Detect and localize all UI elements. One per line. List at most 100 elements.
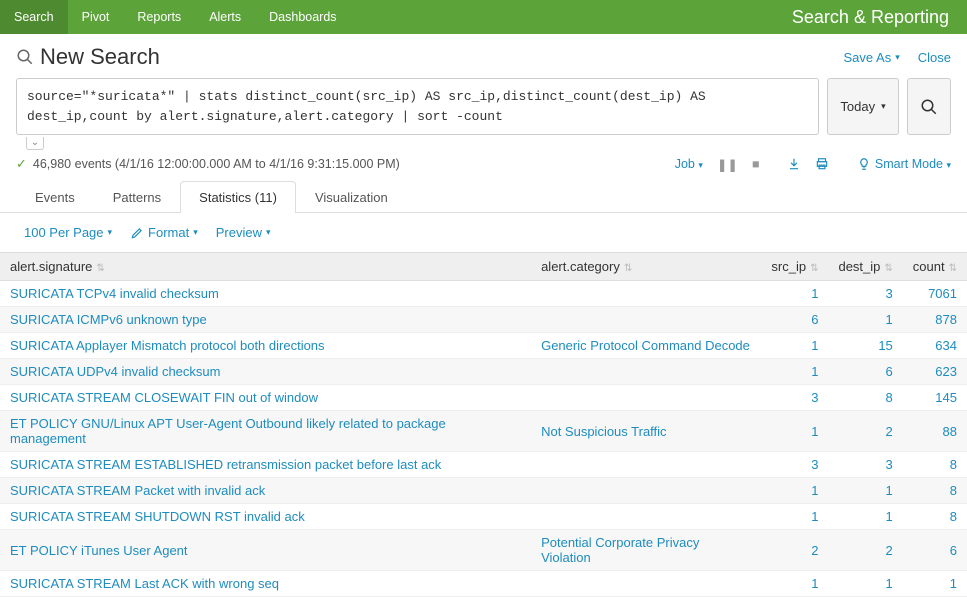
pause-icon: ❚❚ [717, 157, 738, 172]
cell[interactable]: 1 [903, 571, 967, 597]
cell[interactable]: 2 [828, 530, 902, 571]
cell[interactable]: 145 [903, 385, 967, 411]
table-row: ET POLICY iTunes User AgentPotential Cor… [0, 530, 967, 571]
job-status-bar: ✓ 46,980 events (4/1/16 12:00:00.000 AM … [0, 150, 967, 180]
cell[interactable]: ET POLICY iTunes User Agent [0, 530, 531, 571]
cell[interactable]: 8 [903, 452, 967, 478]
cell[interactable]: 634 [903, 333, 967, 359]
print-icon[interactable] [815, 157, 829, 172]
table-row: SURICATA UDPv4 invalid checksum 16623 [0, 359, 967, 385]
cell[interactable]: 3 [828, 281, 902, 307]
cell[interactable]: 1 [828, 571, 902, 597]
smart-mode-menu[interactable]: Smart Mode ▾ [857, 157, 951, 172]
search-area: New Search Save As▾ Close source="*suric… [0, 34, 967, 150]
chevron-down-icon: ▾ [266, 227, 271, 238]
cell[interactable]: 1 [761, 411, 828, 452]
cell[interactable]: Generic Protocol Command Decode [531, 333, 761, 359]
cell[interactable]: SURICATA TCPv4 invalid checksum [0, 281, 531, 307]
cell[interactable]: 8 [903, 504, 967, 530]
nav-item-reports[interactable]: Reports [123, 0, 195, 34]
format-menu[interactable]: Format ▾ [130, 225, 198, 240]
chevron-down-icon: ▾ [881, 101, 886, 112]
tab-patterns[interactable]: Patterns [94, 181, 180, 213]
cell[interactable]: SURICATA STREAM SHUTDOWN RST invalid ack [0, 504, 531, 530]
cell[interactable]: SURICATA ICMPv6 unknown type [0, 307, 531, 333]
cell [531, 504, 761, 530]
cell[interactable]: 1 [761, 571, 828, 597]
table-row: SURICATA ICMPv6 unknown type 61878 [0, 307, 967, 333]
tab-statistics-[interactable]: Statistics (11) [180, 181, 296, 213]
cell[interactable]: 1 [761, 281, 828, 307]
col-header-src_ip[interactable]: src_ip⇅ [761, 253, 828, 281]
table-toolbar: 100 Per Page ▾ Format ▾ Preview ▾ [0, 213, 967, 252]
cell[interactable]: 6 [761, 307, 828, 333]
chevron-down-icon: ▾ [698, 160, 703, 170]
cell[interactable]: 1 [828, 504, 902, 530]
cell[interactable]: SURICATA UDPv4 invalid checksum [0, 359, 531, 385]
cell[interactable]: 2 [761, 530, 828, 571]
cell[interactable]: SURICATA STREAM ESTABLISHED retransmissi… [0, 452, 531, 478]
nav-item-pivot[interactable]: Pivot [68, 0, 124, 34]
cell[interactable]: 1 [761, 478, 828, 504]
per-page-menu[interactable]: 100 Per Page ▾ [24, 225, 112, 240]
cell[interactable]: SURICATA STREAM CLOSEWAIT FIN out of win… [0, 385, 531, 411]
cell[interactable]: SURICATA STREAM Packet with invalid ack [0, 478, 531, 504]
cell[interactable]: 6 [903, 530, 967, 571]
cell [531, 307, 761, 333]
cell[interactable]: 3 [828, 452, 902, 478]
cell[interactable]: 1 [828, 307, 902, 333]
cell[interactable]: Potential Corporate Privacy Violation [531, 530, 761, 571]
nav-item-search[interactable]: Search [0, 0, 68, 34]
chevron-down-icon: ▾ [193, 227, 198, 238]
table-row: SURICATA STREAM ESTABLISHED retransmissi… [0, 452, 967, 478]
col-header-count[interactable]: count⇅ [903, 253, 967, 281]
cell[interactable]: 1 [828, 478, 902, 504]
col-header-alert-category[interactable]: alert.category⇅ [531, 253, 761, 281]
cell[interactable]: 3 [761, 452, 828, 478]
time-range-picker[interactable]: Today▾ [827, 78, 899, 135]
event-count-text: 46,980 events (4/1/16 12:00:00.000 AM to… [33, 157, 400, 171]
cell[interactable]: 8 [903, 478, 967, 504]
tab-events[interactable]: Events [16, 181, 94, 213]
cell[interactable]: SURICATA Applayer Mismatch protocol both… [0, 333, 531, 359]
cell[interactable]: SURICATA STREAM Last ACK with wrong seq [0, 571, 531, 597]
search-query-input[interactable]: source="*suricata*" | stats distinct_cou… [16, 78, 819, 135]
nav-item-dashboards[interactable]: Dashboards [255, 0, 350, 34]
table-row: SURICATA STREAM SHUTDOWN RST invalid ack… [0, 504, 967, 530]
expand-query-icon[interactable]: ⌄ [26, 137, 44, 150]
share-icon[interactable] [787, 157, 801, 172]
sort-icon: ⇅ [949, 263, 957, 274]
cell [531, 571, 761, 597]
cell[interactable]: 1 [761, 359, 828, 385]
cell[interactable]: 8 [828, 385, 902, 411]
job-menu[interactable]: Job ▾ [675, 157, 703, 171]
cell[interactable]: 2 [828, 411, 902, 452]
cell [531, 478, 761, 504]
cell[interactable]: 88 [903, 411, 967, 452]
tab-visualization[interactable]: Visualization [296, 181, 407, 213]
close-button[interactable]: Close [918, 50, 951, 65]
nav-item-alerts[interactable]: Alerts [195, 0, 255, 34]
cell[interactable]: 878 [903, 307, 967, 333]
cell[interactable]: ET POLICY GNU/Linux APT User-Agent Outbo… [0, 411, 531, 452]
cell[interactable]: 7061 [903, 281, 967, 307]
cell[interactable]: Not Suspicious Traffic [531, 411, 761, 452]
cell[interactable]: 1 [761, 333, 828, 359]
cell[interactable]: 15 [828, 333, 902, 359]
check-icon: ✓ [16, 156, 27, 172]
pencil-icon [130, 226, 144, 240]
cell [531, 385, 761, 411]
cell [531, 359, 761, 385]
cell[interactable]: 6 [828, 359, 902, 385]
preview-menu[interactable]: Preview ▾ [216, 225, 271, 240]
chevron-down-icon: ▾ [946, 160, 951, 170]
cell[interactable]: 3 [761, 385, 828, 411]
table-row: SURICATA STREAM CLOSEWAIT FIN out of win… [0, 385, 967, 411]
col-header-alert-signature[interactable]: alert.signature⇅ [0, 253, 531, 281]
cell[interactable]: 623 [903, 359, 967, 385]
col-header-dest_ip[interactable]: dest_ip⇅ [828, 253, 902, 281]
top-nav: SearchPivotReportsAlertsDashboards Searc… [0, 0, 967, 34]
cell[interactable]: 1 [761, 504, 828, 530]
save-as-menu[interactable]: Save As▾ [844, 50, 900, 65]
run-search-button[interactable] [907, 78, 951, 135]
